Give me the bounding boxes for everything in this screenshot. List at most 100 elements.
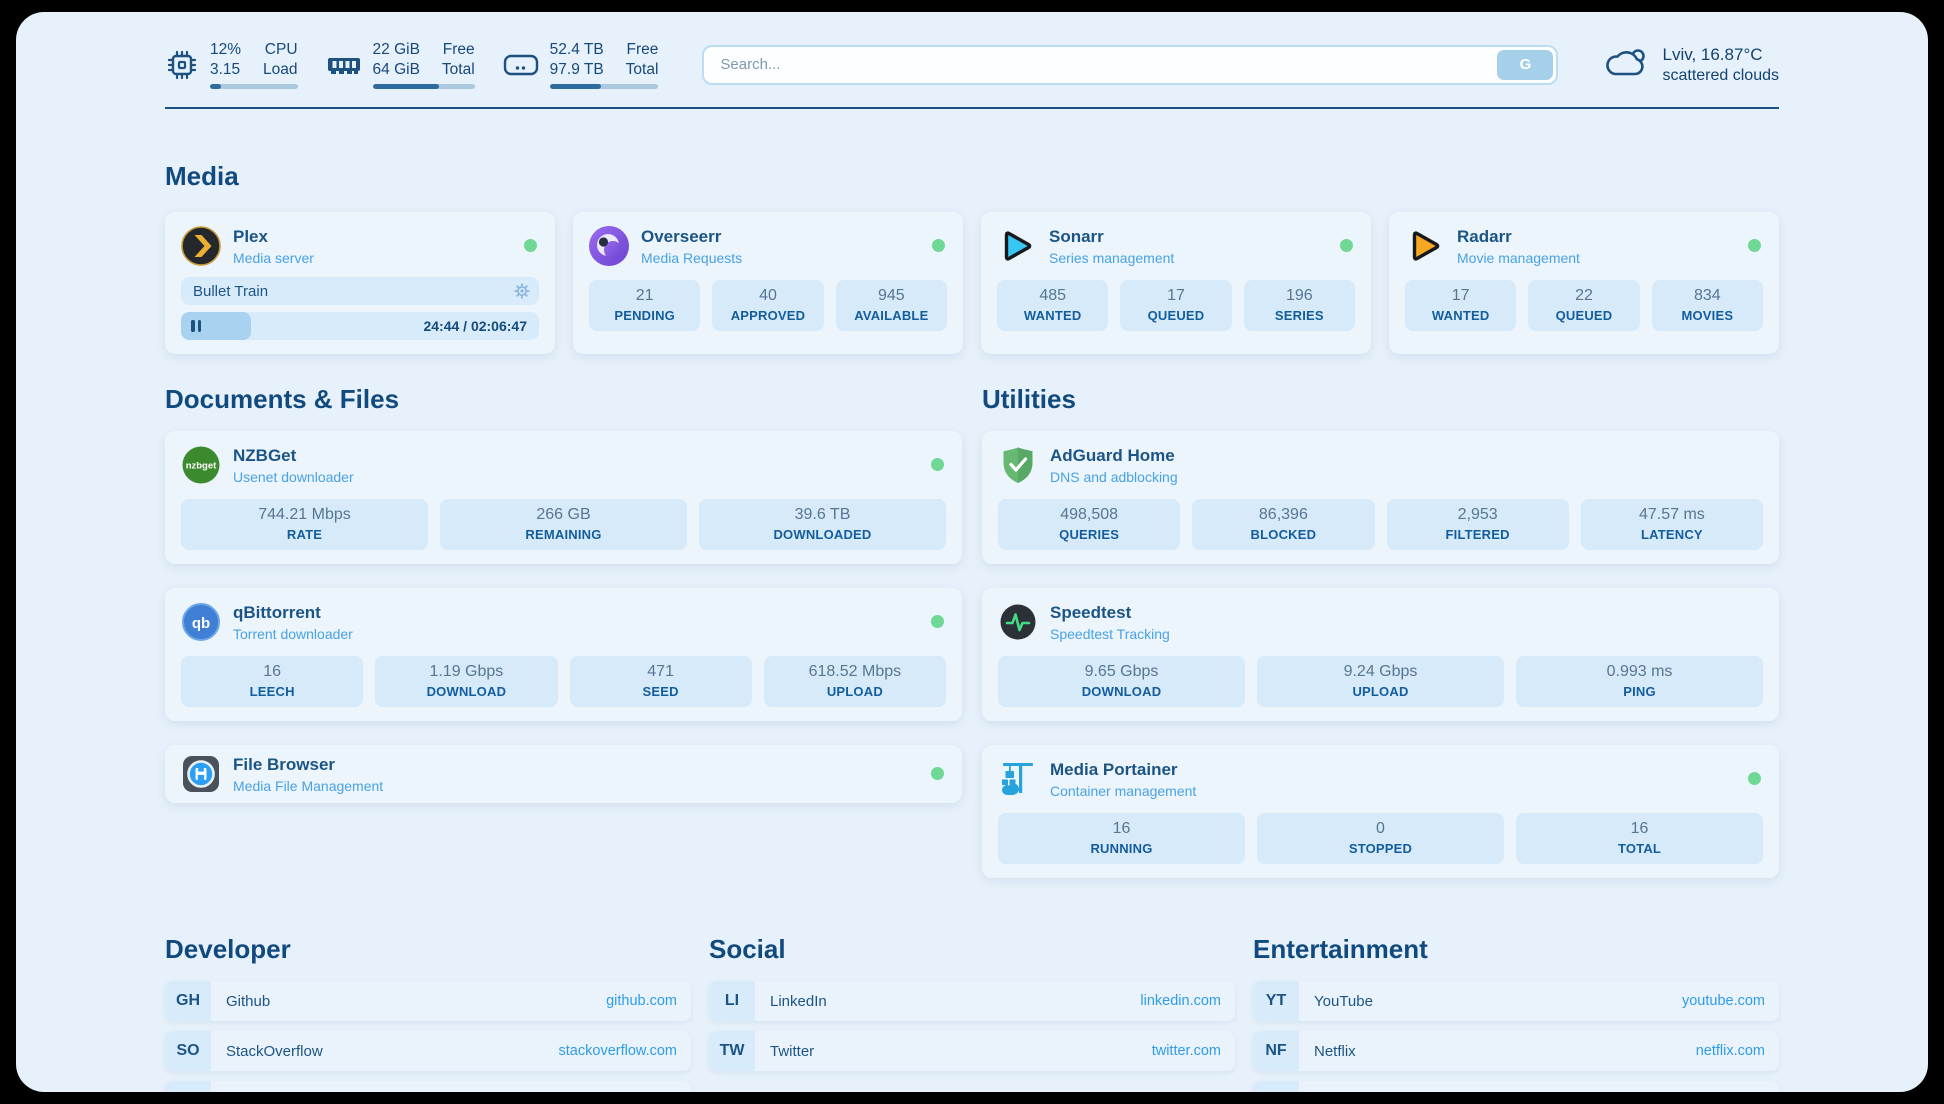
memory-total-label: Total	[442, 60, 475, 80]
gear-icon[interactable]	[514, 283, 530, 299]
now-playing-widget: Bullet Train	[181, 277, 539, 340]
link-name: LinkedIn	[770, 993, 827, 1010]
app-subtitle: Media File Management	[233, 778, 383, 794]
section-developer: Developer GH Github github.com SO StackO…	[165, 934, 691, 1092]
link-row-stackoverflow[interactable]: SO StackOverflow stackoverflow.com	[165, 1031, 691, 1071]
link-row-linkedin[interactable]: LI LinkedIn linkedin.com	[709, 981, 1235, 1021]
app-card-portainer[interactable]: Media Portainer Container management 16 …	[982, 745, 1779, 878]
app-subtitle: DNS and adblocking	[1050, 469, 1178, 485]
memory-progress-fill	[373, 84, 439, 89]
memory-icon	[326, 50, 362, 80]
disk-free-label: Free	[626, 40, 659, 60]
link-badge: YT	[1253, 981, 1299, 1021]
link-row-netflix[interactable]: NF Netflix netflix.com	[1253, 1031, 1779, 1071]
link-name: YouTube	[1314, 993, 1373, 1010]
app-card-sonarr[interactable]: Sonarr Series management 485 WANTED 17 Q…	[981, 212, 1371, 354]
disk-progress-fill	[550, 84, 601, 89]
plex-icon	[181, 226, 221, 266]
link-url: github.com	[606, 993, 677, 1009]
link-row-github[interactable]: GH Github github.com	[165, 981, 691, 1021]
link-url: twitter.com	[1152, 1043, 1221, 1059]
link-row-reddit[interactable]: RE Reddit reddit.com	[1253, 1081, 1779, 1092]
stat-box-approved: 40 APPROVED	[712, 280, 823, 331]
qbittorrent-icon: qb	[181, 602, 221, 642]
status-indicator	[1340, 239, 1353, 252]
app-card-qbittorrent[interactable]: qb qBittorrent Torrent downloader 16 LEE…	[165, 588, 962, 721]
section-title-developer: Developer	[165, 934, 691, 965]
section-title-documents: Documents & Files	[165, 384, 962, 415]
search-input[interactable]	[704, 56, 1497, 73]
cpu-progress-track	[210, 84, 298, 89]
app-card-plex[interactable]: Plex Media server Bullet Train	[165, 212, 555, 354]
app-card-overseerr[interactable]: Overseerr Media Requests 21 PENDING 40 A…	[573, 212, 963, 354]
section-documents-files: Documents & Files nzbget NZBGet Usenet d	[165, 384, 962, 878]
section-title-utilities: Utilities	[982, 384, 1779, 415]
app-title: File Browser	[233, 755, 383, 775]
sonarr-icon	[997, 226, 1037, 266]
link-url: stackoverflow.com	[559, 1043, 677, 1059]
app-title: NZBGet	[233, 446, 354, 466]
app-card-speedtest[interactable]: Speedtest Speedtest Tracking 9.65 Gbps D…	[982, 588, 1779, 721]
weather-condition: scattered clouds	[1662, 67, 1779, 85]
app-card-radarr[interactable]: Radarr Movie management 17 WANTED 22 QUE…	[1389, 212, 1779, 354]
stat-box-running: 16 RUNNING	[998, 813, 1245, 864]
stat-box-download: 9.65 Gbps DOWNLOAD	[998, 656, 1245, 707]
stat-box-seed: 471 SEED	[570, 656, 752, 707]
app-title: qBittorrent	[233, 603, 353, 623]
speedtest-icon	[998, 602, 1038, 642]
cpu-load-label: Load	[263, 60, 297, 80]
overseerr-icon	[589, 226, 629, 266]
disk-free-value: 52.4 TB	[550, 40, 604, 60]
link-row-youtube[interactable]: YT YouTube youtube.com	[1253, 981, 1779, 1021]
weather-widget[interactable]: Lviv, 16.87°C scattered clouds	[1602, 44, 1779, 85]
disk-progress-track	[550, 84, 659, 89]
search-bar: G	[702, 45, 1558, 85]
stat-box-queries: 498,508 QUERIES	[998, 499, 1180, 550]
link-badge: RE	[1253, 1081, 1299, 1092]
link-badge: NF	[1253, 1031, 1299, 1071]
memory-progress-track	[373, 84, 475, 89]
stat-box-ping: 0.993 ms PING	[1516, 656, 1763, 707]
app-subtitle: Usenet downloader	[233, 469, 354, 485]
cpu-label: CPU	[263, 40, 297, 60]
stat-box-pending: 21 PENDING	[589, 280, 700, 331]
link-name: Twitter	[770, 1043, 814, 1060]
section-entertainment: Entertainment YT YouTube youtube.com NF …	[1253, 934, 1779, 1092]
app-title: Media Portainer	[1050, 760, 1196, 780]
memory-stat: 22 GiB 64 GiB Free Total	[326, 40, 475, 89]
status-indicator	[931, 767, 944, 780]
link-row-twitter[interactable]: TW Twitter twitter.com	[709, 1031, 1235, 1071]
header-divider	[165, 107, 1779, 109]
cpu-stat: 12% 3.15 CPU Load	[165, 40, 298, 89]
app-subtitle: Movie management	[1457, 250, 1580, 266]
link-url: netflix.com	[1696, 1043, 1765, 1059]
search-provider-button[interactable]: G	[1497, 50, 1553, 80]
app-card-adguard[interactable]: AdGuard Home DNS and adblocking 498,508 …	[982, 431, 1779, 564]
cpu-load-value: 3.15	[210, 60, 241, 80]
app-card-filebrowser[interactable]: File Browser Media File Management	[165, 745, 962, 803]
portainer-icon	[998, 759, 1038, 799]
stat-box-wanted: 485 WANTED	[997, 280, 1108, 331]
top-bar: 12% 3.15 CPU Load	[165, 40, 1779, 89]
app-card-nzbget[interactable]: nzbget NZBGet Usenet downloader 744.21 M…	[165, 431, 962, 564]
stat-box-rate: 744.21 Mbps RATE	[181, 499, 428, 550]
link-name: StackOverflow	[226, 1043, 323, 1060]
cpu-progress-fill	[210, 84, 221, 89]
stat-box-series: 196 SERIES	[1244, 280, 1355, 331]
link-badge: DT	[165, 1081, 211, 1092]
link-row-dev[interactable]: DT DEV dev.to	[165, 1081, 691, 1092]
radarr-icon	[1405, 226, 1445, 266]
adguard-icon	[998, 445, 1038, 485]
memory-free-label: Free	[442, 40, 475, 60]
stat-box-queued: 17 QUEUED	[1120, 280, 1231, 331]
stat-box-blocked: 86,396 BLOCKED	[1192, 499, 1374, 550]
now-playing-title: Bullet Train	[181, 283, 514, 300]
app-subtitle: Speedtest Tracking	[1050, 626, 1170, 642]
status-indicator	[932, 239, 945, 252]
system-stats: 12% 3.15 CPU Load	[165, 40, 658, 89]
app-title: Radarr	[1457, 227, 1580, 247]
disk-icon	[503, 51, 539, 79]
disk-total-value: 97.9 TB	[550, 60, 604, 80]
cloud-icon	[1602, 44, 1650, 85]
cpu-icon	[165, 48, 199, 82]
